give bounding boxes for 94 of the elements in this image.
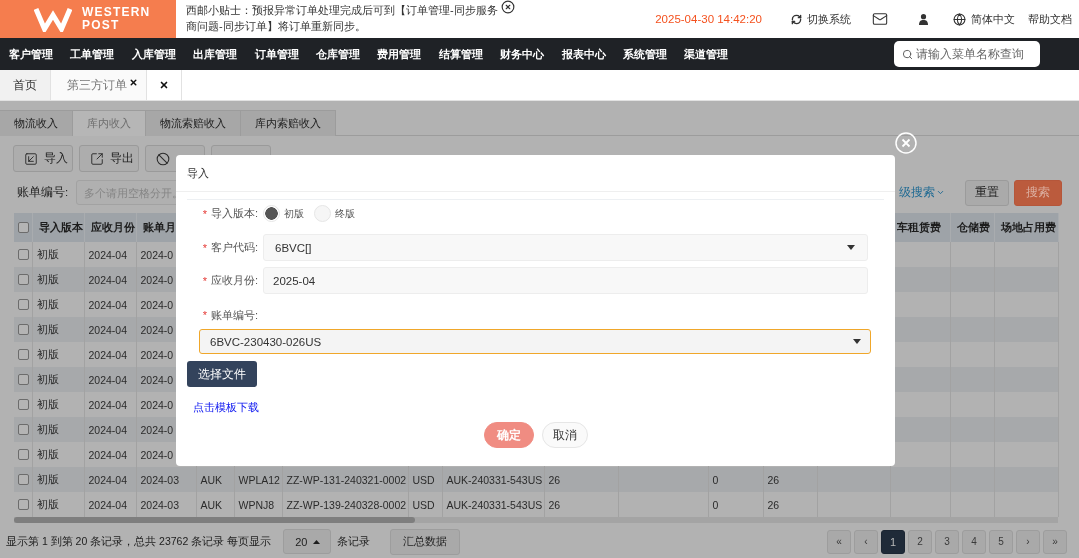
checkbox[interactable] [18, 349, 29, 360]
menu-item[interactable]: 客户管理 [9, 46, 53, 62]
reset-button[interactable]: 重置 [965, 179, 1009, 206]
checkbox[interactable] [18, 449, 29, 460]
filter-label: 账单编号: [17, 185, 69, 200]
menu-search-field[interactable]: 请输入菜单名称查询 [894, 41, 1040, 67]
radio-label: 初版 [284, 206, 304, 221]
menu-item[interactable]: 结算管理 [438, 46, 483, 62]
menu-item[interactable]: 系统管理 [622, 46, 667, 62]
pagination-label: 条记录 [337, 534, 371, 549]
page-button[interactable]: 2 [908, 529, 932, 554]
page-button[interactable]: 3 [935, 529, 959, 554]
square-arrow-in-icon [24, 151, 38, 166]
help-link[interactable]: 帮助文档 [1028, 11, 1072, 27]
sub-tab[interactable]: 库内索赔收入 [240, 110, 336, 136]
close-icon[interactable] [501, 0, 515, 14]
switch-system-link[interactable]: 切换系统 [791, 11, 851, 27]
field-label: 客户代码: [210, 240, 258, 255]
notice-text: 西邮小贴士：预报异常订单处理完成后可到【订单管理-同步服务商问题-同步订单】将订单重新同步。 [186, 3, 498, 34]
page-button[interactable]: 4 [962, 529, 986, 554]
export-button[interactable]: 导出 [79, 145, 139, 172]
globe-icon [953, 12, 966, 26]
menu-item[interactable]: 工单管理 [70, 46, 115, 62]
page-button[interactable]: 5 [989, 529, 1013, 554]
choose-file-button[interactable]: 选择文件 [187, 361, 257, 387]
column-header: 仓储费 [950, 213, 994, 242]
sub-tab[interactable]: 物流索赔收入 [145, 110, 241, 136]
summary-button[interactable]: 汇总数据 [390, 528, 461, 555]
import-button[interactable]: 导入 [13, 145, 73, 172]
search-icon [902, 48, 913, 60]
checkbox[interactable] [18, 474, 29, 485]
checkbox[interactable] [18, 424, 29, 435]
column-header: 导入版本 [32, 213, 84, 242]
radio-button[interactable] [314, 205, 331, 222]
required-mark: * [202, 241, 207, 254]
checkbox[interactable] [18, 249, 29, 260]
page-tab[interactable]: 首页 [0, 70, 51, 100]
checkbox[interactable] [18, 399, 29, 410]
user-icon[interactable] [919, 13, 928, 25]
menu-item[interactable]: 渠道管理 [684, 46, 729, 62]
field-label: 导入版本: [210, 206, 258, 221]
checkbox[interactable] [18, 499, 29, 510]
text-field[interactable]: 2025-04 [263, 267, 868, 294]
sub-tab[interactable]: 物流收入 [0, 110, 73, 136]
template-download-link[interactable]: 点击模板下载 [193, 400, 259, 415]
page-size-select[interactable]: 20 [283, 529, 332, 554]
page-button[interactable]: » [1043, 529, 1067, 554]
caret-down-icon [847, 245, 855, 250]
horizontal-scrollbar[interactable] [14, 517, 1058, 523]
scrollbar-thumb[interactable] [14, 517, 415, 523]
column-header: 应收月份 [84, 213, 136, 242]
menu-item[interactable]: 费用管理 [377, 46, 422, 62]
required-mark: * [202, 207, 207, 220]
close-icon[interactable] [129, 78, 138, 87]
dropdown-field[interactable]: 6BVC-230430-026US [199, 329, 871, 354]
required-mark: * [202, 309, 207, 321]
menu-item[interactable]: 报表中心 [561, 46, 606, 62]
dropdown-field[interactable]: 6BVC[] [263, 234, 868, 261]
dialog-title: 导入 [187, 165, 209, 181]
checkbox[interactable] [18, 324, 29, 335]
datetime-text: 2025-04-30 14:42:20 [655, 13, 762, 25]
field-label: 应收月份: [210, 273, 258, 288]
page-tab[interactable]: 第三方订单 [51, 70, 147, 100]
menu-item[interactable]: 订单管理 [254, 46, 299, 62]
checkbox[interactable] [18, 274, 29, 285]
column-header: 场地占用费 [994, 213, 1058, 242]
radio-button[interactable] [263, 205, 280, 222]
logo-icon [34, 6, 72, 32]
checkbox[interactable] [18, 222, 29, 233]
caret-down-icon [853, 339, 861, 344]
page-button[interactable]: 1 [881, 529, 905, 554]
square-arrow-out-icon [90, 151, 104, 166]
cancel-button[interactable]: 取消 [541, 422, 588, 448]
page-button[interactable]: « [827, 529, 851, 554]
logo-text: WESTERN POST [82, 6, 151, 32]
checkbox[interactable] [18, 299, 29, 310]
menu-item[interactable]: 仓库管理 [315, 46, 360, 62]
field-label: 账单编号: [210, 307, 258, 323]
menu-item[interactable]: 出库管理 [193, 46, 238, 62]
required-mark: * [202, 274, 207, 287]
checkbox[interactable] [18, 374, 29, 385]
page-button[interactable]: › [1016, 529, 1040, 554]
menu-item[interactable]: 财务中心 [500, 46, 545, 62]
chevron-down-icon [936, 188, 945, 197]
radio-label: 终版 [335, 206, 355, 221]
page-button[interactable]: ‹ [854, 529, 878, 554]
mail-icon[interactable] [872, 11, 888, 27]
menu-item[interactable]: 入库管理 [131, 46, 176, 62]
ban-icon [156, 151, 170, 166]
refresh-icon [791, 13, 802, 25]
caret-up-icon [313, 539, 321, 544]
pagination-summary: 显示第 1 到第 20 条记录，总共 23762 条记录 每页显示 [6, 534, 272, 549]
language-link[interactable]: 简体中文 [953, 11, 1015, 27]
close-icon [159, 80, 169, 90]
